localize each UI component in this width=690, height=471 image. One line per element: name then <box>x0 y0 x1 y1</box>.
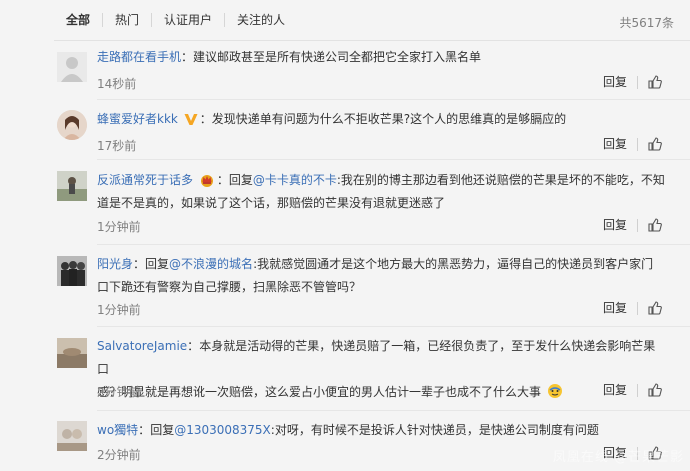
comment-actions: 回复 <box>603 301 662 315</box>
user-avatar-icon <box>57 256 87 286</box>
comment-content: 建议邮政甚至是所有快递公司全都把它全家打入黑名单 <box>193 50 482 64</box>
user-avatar-icon <box>57 338 87 368</box>
reply-button[interactable]: 回复 <box>603 137 638 151</box>
comment-item: 走路都在看手机：建议邮政甚至是所有快递公司全都把它全家打入黑名单 14秒前 回复 <box>0 44 690 100</box>
watermark: 凤凰在线 @芒果芒影 <box>552 450 684 465</box>
comment-colon: ： <box>216 173 229 187</box>
comment-text: 反派通常死于话多 ：回复@卡卡真的不卡:我在别的博主那边看到他还说赔偿的芒果是坏… <box>97 169 667 215</box>
mention-link[interactable]: @卡卡真的不卡 <box>253 173 337 187</box>
comment-panel: 全部 热门 认证用户 关注的人 共5617条 走路都在看手机：建议邮政甚至是所有… <box>0 0 690 471</box>
comment-colon: ： <box>133 257 146 271</box>
comment-item: 蜂蜜爱好者kkk ：发现快递单有问题为什么不拒收芒果?这个人的思维真的是够膈应的… <box>0 100 690 160</box>
comment-actions: 回复 <box>603 383 662 397</box>
total-comment-count: 共5617条 <box>619 16 674 30</box>
comment-filter-tabs: 全部 热门 认证用户 关注的人 <box>54 0 690 40</box>
vip-v-badge-icon <box>184 114 198 125</box>
mention-link[interactable]: @不浪漫的城名 <box>169 257 253 271</box>
comment-text: 走路都在看手机：建议邮政甚至是所有快递公司全都把它全家打入黑名单 <box>97 46 667 69</box>
comment-text: 阳光身：回复@不浪漫的城名:我就感觉圆通才是这个地方最大的黑恶势力，逼得自己的快… <box>97 253 667 299</box>
user-avatar-icon <box>57 110 87 140</box>
comment-colon: ： <box>138 423 151 437</box>
comment-item: 反派通常死于话多 ：回复@卡卡真的不卡:我在别的博主那边看到他还说赔偿的芒果是坏… <box>0 160 690 245</box>
comment-content: 发现快递单有问题为什么不拒收芒果?这个人的思维真的是够膈应的 <box>211 112 567 126</box>
reply-button[interactable]: 回复 <box>603 383 638 397</box>
thumbs-up-icon[interactable] <box>648 218 662 232</box>
thumbs-up-icon[interactable] <box>648 301 662 315</box>
comment-colon: ： <box>199 112 212 126</box>
comment-username[interactable]: SalvatoreJamie <box>97 339 187 353</box>
comment-text: wo獨特：回复@1303008375X:对呀，有时候不是投诉人针对快递员，是快递… <box>97 419 667 442</box>
thumbs-up-icon[interactable] <box>648 137 662 151</box>
comment-time: 1分钟前 <box>97 303 141 317</box>
comment-text: SalvatoreJamie：本身就是活动得的芒果，快递员赔了一箱，已经很负责了… <box>97 335 667 404</box>
comment-content-line1: :我在别的博主那边看到他还说赔偿的芒果是坏的不能吃，不知 <box>336 173 665 187</box>
comment-time: 2分钟前 <box>97 385 141 399</box>
comment-content-line2: 感？明显就是再想讹一次赔偿，这么爱占小便宜的男人估计一辈子也成不了什么大事 <box>97 385 542 399</box>
comment-content-line2: 口下跪还有警察为自己撑腰，扫黑除恶不管管吗？ <box>97 280 362 294</box>
comment-item: SalvatoreJamie：本身就是活动得的芒果，快递员赔了一箱，已经很负责了… <box>0 326 690 411</box>
avatar[interactable] <box>57 256 87 286</box>
comment-time: 1分钟前 <box>97 220 141 234</box>
crown-badge-icon <box>200 175 213 187</box>
user-avatar-icon <box>57 171 87 201</box>
default-avatar-icon <box>57 52 87 82</box>
reply-prefix: 回复 <box>150 423 175 437</box>
tabs-divider <box>54 40 690 41</box>
thumbs-up-icon[interactable] <box>648 75 662 89</box>
reply-button[interactable]: 回复 <box>603 75 638 89</box>
reply-prefix: 回复 <box>228 173 253 187</box>
comment-item: 阳光身：回复@不浪漫的城名:我就感觉圆通才是这个地方最大的黑恶势力，逼得自己的快… <box>0 244 690 327</box>
avatar[interactable] <box>57 110 87 140</box>
avatar[interactable] <box>57 52 87 82</box>
mention-link[interactable]: @1303008375X <box>174 423 271 437</box>
comment-content-line2: 道是不是真的，如果说了这个话，那赔偿的芒果没有退就更迷惑了 <box>97 196 446 210</box>
tab-following[interactable]: 关注的人 <box>225 13 297 27</box>
avatar[interactable] <box>57 338 87 368</box>
comment-time: 17秒前 <box>97 139 137 153</box>
comment-content: :对呀，有时候不是投诉人针对快递员，是快递公司制度有问题 <box>270 423 599 437</box>
comment-actions: 回复 <box>603 75 662 89</box>
reply-button[interactable]: 回复 <box>603 301 638 315</box>
tab-hot[interactable]: 热门 <box>103 13 153 27</box>
avatar[interactable] <box>57 171 87 201</box>
reply-prefix: 回复 <box>145 257 170 271</box>
user-avatar-icon <box>57 421 87 451</box>
comment-username[interactable]: wo獨特 <box>97 423 138 437</box>
comment-colon: ： <box>187 339 200 353</box>
comment-username[interactable]: 阳光身 <box>97 257 133 271</box>
tab-all[interactable]: 全部 <box>54 13 104 27</box>
thumbs-up-icon[interactable] <box>648 383 662 397</box>
comment-time: 14秒前 <box>97 77 137 91</box>
comment-username[interactable]: 反派通常死于话多 <box>97 173 193 187</box>
comment-actions: 回复 <box>603 137 662 151</box>
tab-verified-users[interactable]: 认证用户 <box>152 13 226 27</box>
comment-username[interactable]: 蜂蜜爱好者kkk <box>97 112 178 126</box>
comment-content-line1: :我就感觉圆通才是这个地方最大的黑恶势力，逼得自己的快递员到客户家门 <box>253 257 654 271</box>
avatar[interactable] <box>57 421 87 451</box>
reply-button[interactable]: 回复 <box>603 218 638 232</box>
comment-text: 蜂蜜爱好者kkk ：发现快递单有问题为什么不拒收芒果?这个人的思维真的是够膈应的 <box>97 108 667 131</box>
comment-actions: 回复 <box>603 218 662 232</box>
comment-time: 2分钟前 <box>97 448 141 462</box>
emoji-icon <box>547 384 562 398</box>
comment-username[interactable]: 走路都在看手机 <box>97 50 181 64</box>
comment-colon: ： <box>181 50 194 64</box>
